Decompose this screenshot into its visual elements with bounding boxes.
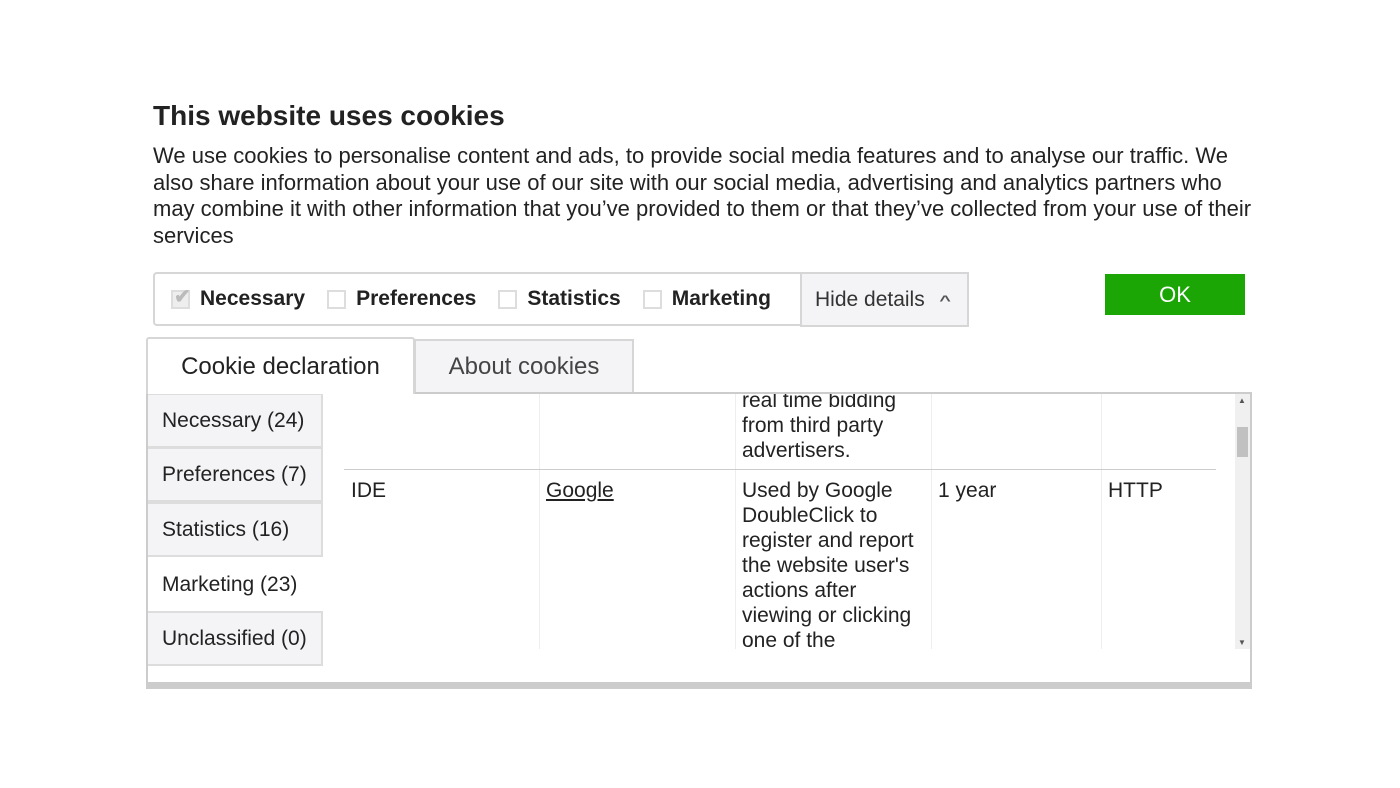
provider-link[interactable]: Google [546,479,614,502]
expiry-cell: 1 year [938,479,997,502]
checkbox-label: Statistics [527,287,621,310]
checkbox-icon [327,289,347,309]
category-marketing[interactable]: Marketing (23) [148,557,323,612]
tab-cookie-declaration[interactable]: Cookie declaration [146,337,415,394]
consent-bar: Necessary Preferences Statistics Marketi… [153,272,969,327]
provider-cell: Google [539,478,614,503]
purpose-cell: Used by Google DoubleClick to register a… [742,479,914,649]
ok-button[interactable]: OK [1105,274,1245,315]
scroll-up-icon[interactable]: ▲ [1238,396,1246,405]
row-divider [344,469,1216,470]
category-unclassified[interactable]: Unclassified (0) [148,611,323,666]
checkbox-label: Marketing [671,287,771,310]
checkbox-preferences[interactable]: Preferences [327,287,476,311]
cookie-table: real time bidding from third party adver… [344,394,1216,649]
checkbox-statistics[interactable]: Statistics [498,287,621,311]
checkbox-label: Necessary [200,287,306,310]
banner-title: This website uses cookies [153,100,505,131]
checkbox-icon [498,289,518,309]
scrollbar-thumb[interactable] [1237,427,1248,457]
type-cell: HTTP [1108,479,1163,502]
checkbox-marketing[interactable]: Marketing [642,287,771,311]
divider [539,394,540,649]
divider [1101,394,1102,649]
banner-intro: We use cookies to personalise content an… [153,143,1252,248]
divider [931,394,932,649]
category-preferences[interactable]: Preferences (7) [148,447,323,502]
chevron-up-icon: ^ [939,291,951,308]
hide-details-button[interactable]: Hide details ^ [800,272,969,327]
category-statistics[interactable]: Statistics (16) [148,502,323,557]
checkbox-necessary[interactable]: Necessary [171,284,306,311]
checkbox-checked-icon [171,284,191,309]
purpose-cell: real time bidding from third party adver… [742,394,897,462]
cookie-declaration-panel: Necessary (24) Preferences (7) Statistic… [146,392,1252,689]
tab-about-cookies[interactable]: About cookies [414,339,634,393]
checkbox-label: Preferences [356,287,477,310]
scrollbar[interactable]: ▲ ▼ [1235,394,1250,649]
hide-details-label: Hide details [815,287,925,311]
name-cell: IDE [351,479,387,502]
scroll-down-icon[interactable]: ▼ [1238,638,1246,647]
category-necessary[interactable]: Necessary (24) [148,393,323,448]
checkbox-icon [642,289,662,309]
